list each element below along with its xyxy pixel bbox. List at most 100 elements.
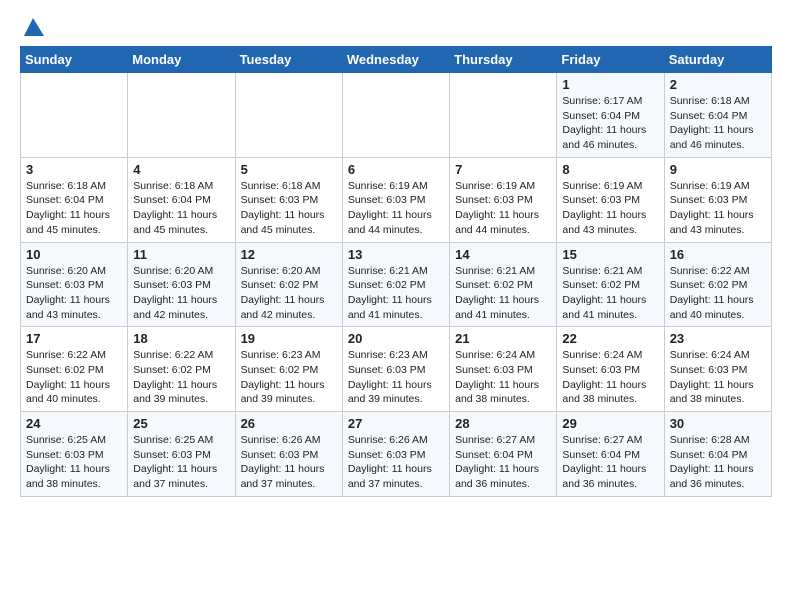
cell-info: Sunrise: 6:27 AM Sunset: 6:04 PM Dayligh… <box>455 433 551 492</box>
cell-info: Sunrise: 6:18 AM Sunset: 6:04 PM Dayligh… <box>133 179 229 238</box>
calendar-cell: 24 Sunrise: 6:25 AM Sunset: 6:03 PM Dayli… <box>21 412 128 497</box>
day-number: 13 <box>348 247 444 262</box>
cell-info: Sunrise: 6:19 AM Sunset: 6:03 PM Dayligh… <box>562 179 658 238</box>
cell-info: Sunrise: 6:23 AM Sunset: 6:03 PM Dayligh… <box>348 348 444 407</box>
calendar-cell: 21Sunrise: 6:24 AM Sunset: 6:03 PM Dayli… <box>450 327 557 412</box>
cell-info: Sunrise: 6:20 AM Sunset: 6:02 PM Dayligh… <box>241 264 337 323</box>
calendar-cell: 22Sunrise: 6:24 AM Sunset: 6:03 PM Dayli… <box>557 327 664 412</box>
day-number: 10 <box>26 247 122 262</box>
day-number: 25 <box>133 416 229 431</box>
cell-info: Sunrise: 6:21 AM Sunset: 6:02 PM Dayligh… <box>562 264 658 323</box>
cell-info: Sunrise: 6:19 AM Sunset: 6:03 PM Dayligh… <box>348 179 444 238</box>
calendar-cell: 2 Sunrise: 6:18 AM Sunset: 6:04 PM Daylig… <box>664 73 771 158</box>
calendar-week-row: 1Sunrise: 6:17 AM Sunset: 6:04 PM Daylig… <box>21 73 772 158</box>
logo <box>20 16 44 38</box>
calendar-cell: 14 Sunrise: 6:21 AM Sunset: 6:02 PM Dayli… <box>450 242 557 327</box>
logo-icon <box>22 16 44 38</box>
calendar-cell: 16Sunrise: 6:22 AM Sunset: 6:02 PM Dayli… <box>664 242 771 327</box>
calendar-cell: 5 Sunrise: 6:18 AM Sunset: 6:03 PM Daylig… <box>235 157 342 242</box>
calendar-cell: 1Sunrise: 6:17 AM Sunset: 6:04 PM Daylig… <box>557 73 664 158</box>
day-number: 29 <box>562 416 658 431</box>
calendar-table: SundayMondayTuesdayWednesdayThursdayFrid… <box>20 46 772 497</box>
cell-info: Sunrise: 6:28 AM Sunset: 6:04 PM Dayligh… <box>670 433 766 492</box>
cell-info: Sunrise: 6:18 AM Sunset: 6:03 PM Dayligh… <box>241 179 337 238</box>
cell-info: Sunrise: 6:26 AM Sunset: 6:03 PM Dayligh… <box>348 433 444 492</box>
day-number: 6 <box>348 162 444 177</box>
cell-info: Sunrise: 6:20 AM Sunset: 6:03 PM Dayligh… <box>26 264 122 323</box>
day-number: 9 <box>670 162 766 177</box>
calendar-cell: 10 Sunrise: 6:20 AM Sunset: 6:03 PM Dayli… <box>21 242 128 327</box>
calendar-cell: 7 Sunrise: 6:19 AM Sunset: 6:03 PM Daylig… <box>450 157 557 242</box>
cell-info: Sunrise: 6:24 AM Sunset: 6:03 PM Dayligh… <box>670 348 766 407</box>
day-number: 2 <box>670 77 766 92</box>
cell-info: Sunrise: 6:25 AM Sunset: 6:03 PM Dayligh… <box>26 433 122 492</box>
calendar-cell: 9 Sunrise: 6:19 AM Sunset: 6:03 PM Daylig… <box>664 157 771 242</box>
day-number: 4 <box>133 162 229 177</box>
cell-info: Sunrise: 6:21 AM Sunset: 6:02 PM Dayligh… <box>348 264 444 323</box>
day-number: 15 <box>562 247 658 262</box>
cell-info: Sunrise: 6:23 AM Sunset: 6:02 PM Dayligh… <box>241 348 337 407</box>
day-number: 7 <box>455 162 551 177</box>
calendar-cell: 20 Sunrise: 6:23 AM Sunset: 6:03 PM Dayli… <box>342 327 449 412</box>
calendar-cell: 8 Sunrise: 6:19 AM Sunset: 6:03 PM Daylig… <box>557 157 664 242</box>
calendar-cell: 29Sunrise: 6:27 AM Sunset: 6:04 PM Dayli… <box>557 412 664 497</box>
cell-info: Sunrise: 6:19 AM Sunset: 6:03 PM Dayligh… <box>670 179 766 238</box>
calendar-cell: 11 Sunrise: 6:20 AM Sunset: 6:03 PM Dayli… <box>128 242 235 327</box>
calendar-cell: 12 Sunrise: 6:20 AM Sunset: 6:02 PM Dayli… <box>235 242 342 327</box>
calendar-cell: 30 Sunrise: 6:28 AM Sunset: 6:04 PM Dayli… <box>664 412 771 497</box>
calendar-week-row: 3 Sunrise: 6:18 AM Sunset: 6:04 PM Daylig… <box>21 157 772 242</box>
day-number: 11 <box>133 247 229 262</box>
calendar-cell: 23 Sunrise: 6:24 AM Sunset: 6:03 PM Dayli… <box>664 327 771 412</box>
cell-info: Sunrise: 6:20 AM Sunset: 6:03 PM Dayligh… <box>133 264 229 323</box>
day-number: 17 <box>26 331 122 346</box>
cell-info: Sunrise: 6:26 AM Sunset: 6:03 PM Dayligh… <box>241 433 337 492</box>
day-number: 21 <box>455 331 551 346</box>
day-number: 12 <box>241 247 337 262</box>
cell-info: Sunrise: 6:22 AM Sunset: 6:02 PM Dayligh… <box>26 348 122 407</box>
header <box>20 16 772 38</box>
day-of-week-sunday: Sunday <box>21 47 128 73</box>
calendar-week-row: 24 Sunrise: 6:25 AM Sunset: 6:03 PM Dayli… <box>21 412 772 497</box>
cell-info: Sunrise: 6:19 AM Sunset: 6:03 PM Dayligh… <box>455 179 551 238</box>
day-of-week-saturday: Saturday <box>664 47 771 73</box>
day-number: 20 <box>348 331 444 346</box>
day-number: 3 <box>26 162 122 177</box>
day-of-week-friday: Friday <box>557 47 664 73</box>
calendar-week-row: 10 Sunrise: 6:20 AM Sunset: 6:03 PM Dayli… <box>21 242 772 327</box>
calendar-cell <box>450 73 557 158</box>
calendar-cell: 4 Sunrise: 6:18 AM Sunset: 6:04 PM Daylig… <box>128 157 235 242</box>
cell-info: Sunrise: 6:21 AM Sunset: 6:02 PM Dayligh… <box>455 264 551 323</box>
day-of-week-monday: Monday <box>128 47 235 73</box>
calendar-cell: 17 Sunrise: 6:22 AM Sunset: 6:02 PM Dayli… <box>21 327 128 412</box>
day-number: 28 <box>455 416 551 431</box>
calendar-cell: 27 Sunrise: 6:26 AM Sunset: 6:03 PM Dayli… <box>342 412 449 497</box>
calendar-cell: 19Sunrise: 6:23 AM Sunset: 6:02 PM Dayli… <box>235 327 342 412</box>
day-of-week-wednesday: Wednesday <box>342 47 449 73</box>
day-number: 8 <box>562 162 658 177</box>
day-of-week-thursday: Thursday <box>450 47 557 73</box>
calendar-cell: 6 Sunrise: 6:19 AM Sunset: 6:03 PM Daylig… <box>342 157 449 242</box>
calendar-cell: 3Sunrise: 6:18 AM Sunset: 6:04 PM Daylig… <box>21 157 128 242</box>
calendar-cell <box>128 73 235 158</box>
calendar-week-row: 17 Sunrise: 6:22 AM Sunset: 6:02 PM Dayli… <box>21 327 772 412</box>
day-number: 26 <box>241 416 337 431</box>
day-number: 14 <box>455 247 551 262</box>
day-number: 5 <box>241 162 337 177</box>
day-number: 27 <box>348 416 444 431</box>
day-number: 24 <box>26 416 122 431</box>
cell-info: Sunrise: 6:25 AM Sunset: 6:03 PM Dayligh… <box>133 433 229 492</box>
page: SundayMondayTuesdayWednesdayThursdayFrid… <box>0 0 792 513</box>
calendar-cell: 28 Sunrise: 6:27 AM Sunset: 6:04 PM Dayli… <box>450 412 557 497</box>
cell-info: Sunrise: 6:18 AM Sunset: 6:04 PM Dayligh… <box>670 94 766 153</box>
calendar-cell: 18 Sunrise: 6:22 AM Sunset: 6:02 PM Dayli… <box>128 327 235 412</box>
day-number: 30 <box>670 416 766 431</box>
calendar-cell: 15 Sunrise: 6:21 AM Sunset: 6:02 PM Dayli… <box>557 242 664 327</box>
day-number: 18 <box>133 331 229 346</box>
cell-info: Sunrise: 6:17 AM Sunset: 6:04 PM Dayligh… <box>562 94 658 153</box>
calendar-header-row: SundayMondayTuesdayWednesdayThursdayFrid… <box>21 47 772 73</box>
cell-info: Sunrise: 6:22 AM Sunset: 6:02 PM Dayligh… <box>133 348 229 407</box>
calendar-cell: 26 Sunrise: 6:26 AM Sunset: 6:03 PM Dayli… <box>235 412 342 497</box>
day-number: 23 <box>670 331 766 346</box>
calendar-cell <box>342 73 449 158</box>
calendar-cell: 13 Sunrise: 6:21 AM Sunset: 6:02 PM Dayli… <box>342 242 449 327</box>
